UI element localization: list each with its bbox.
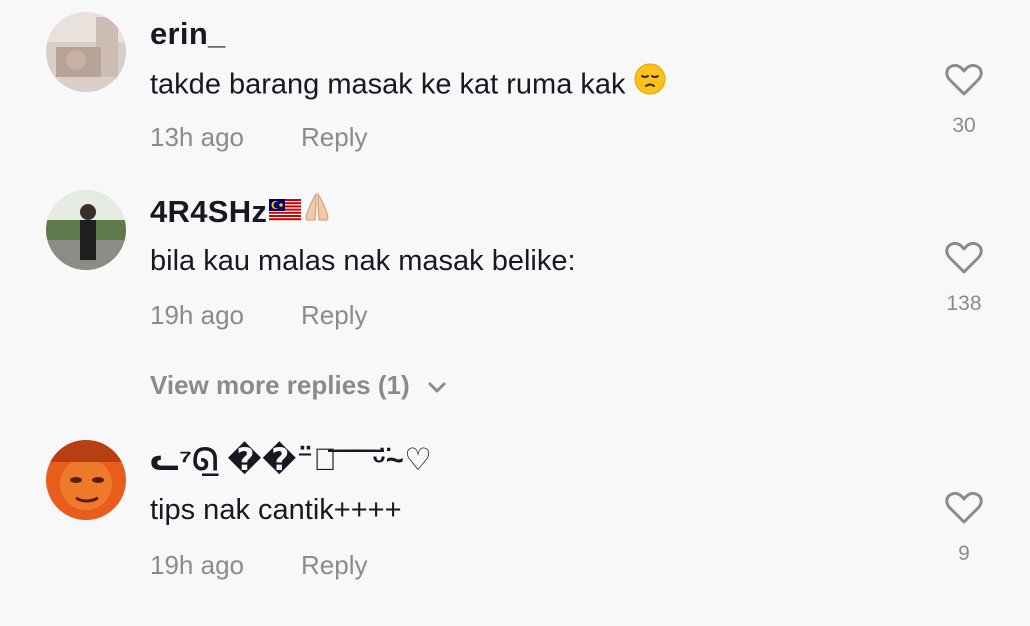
comment-text: takde barang masak ke kat ruma kak [150,63,666,106]
comment-username[interactable]: erin_ [150,16,226,52]
comment-timestamp: 19h ago [150,300,244,330]
like-button[interactable] [944,60,984,100]
avatar[interactable] [46,12,126,92]
reply-button[interactable]: Reply [301,550,367,581]
comment-text: bila kau malas nak masak belike: [150,245,576,277]
avatar[interactable] [46,190,126,270]
malaysia-flag-icon [269,193,302,229]
heart-icon [945,491,983,524]
like-button[interactable] [944,488,984,528]
view-more-replies-label: View more replies (1) [150,370,410,400]
comment-text: tips nak cantik++++ [150,494,402,526]
comment-meta: 19h ago Reply [150,550,367,581]
comment-username[interactable]: ᓚ⁷ᘏ̲ ��⁻̈ৡ͞ ͞ ͞ ͞ ᵕ̈~♡ [150,442,432,479]
pensive-face-icon [634,63,666,103]
comment-list: erin_ takde barang masak ke kat ruma kak… [0,0,1030,626]
like-count: 30 [952,114,976,137]
like-count: 9 [958,542,970,565]
comment-timestamp: 13h ago [150,122,244,152]
comment-timestamp: 19h ago [150,550,244,580]
heart-icon [945,63,983,96]
folded-hands-icon [301,191,333,231]
comment-meta: 13h ago Reply [150,122,367,153]
reply-button[interactable]: Reply [301,300,367,331]
comment-username[interactable]: 4R4SHz [150,191,333,234]
like-button[interactable] [944,238,984,278]
chevron-down-icon [427,374,447,394]
like-count: 138 [946,292,982,315]
heart-icon [945,241,983,274]
reply-button[interactable]: Reply [301,122,367,153]
comment-text-content: takde barang masak ke kat ruma kak [150,68,626,101]
view-more-replies-button[interactable]: View more replies (1) [150,370,447,401]
avatar[interactable] [46,440,126,520]
comment-username-text: 4R4SHz [150,194,268,230]
comment-meta: 19h ago Reply [150,300,367,331]
